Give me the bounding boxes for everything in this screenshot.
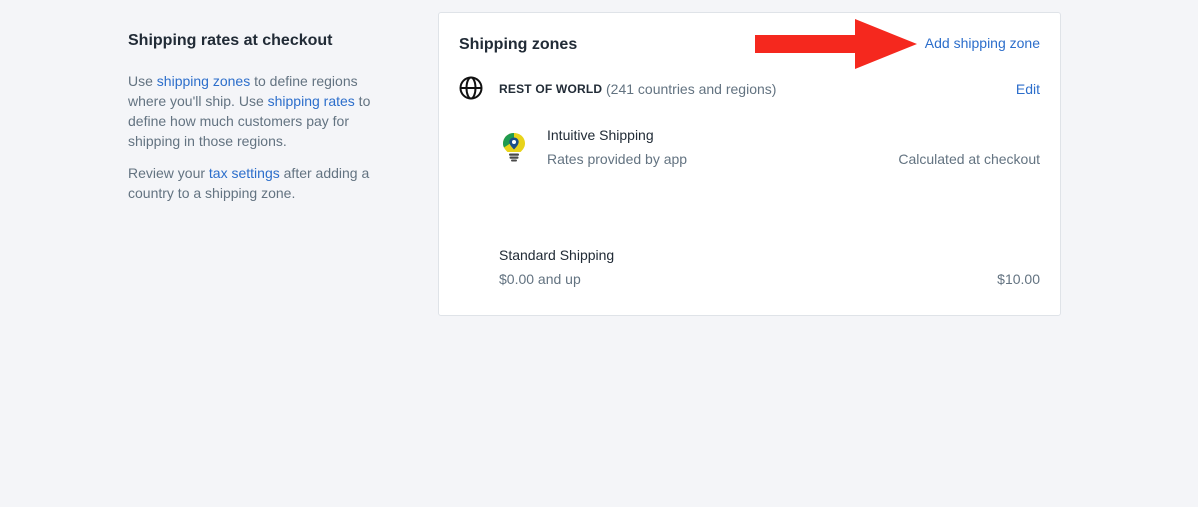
globe-icon bbox=[459, 76, 483, 100]
lightbulb-pin-icon bbox=[503, 133, 525, 162]
rate-price: $10.00 bbox=[997, 271, 1040, 287]
app-name: Intuitive Shipping bbox=[547, 127, 654, 143]
desc-text: Review your bbox=[128, 165, 209, 181]
shipping-zones-link[interactable]: shipping zones bbox=[157, 73, 250, 89]
shipping-rates-link[interactable]: shipping rates bbox=[268, 93, 355, 109]
desc-text: Use bbox=[128, 73, 157, 89]
standard-rate-row: Standard Shipping $0.00 and up $10.00 bbox=[499, 245, 1040, 295]
card-title: Shipping zones bbox=[459, 36, 578, 53]
zone-name: REST OF WORLD bbox=[499, 82, 603, 96]
red-arrow-annotation bbox=[755, 19, 917, 69]
zone-country-count: (241 countries and regions) bbox=[606, 81, 777, 97]
rate-condition: $0.00 and up bbox=[499, 271, 581, 287]
app-subtitle: Rates provided by app bbox=[547, 151, 688, 167]
add-shipping-zone-button[interactable]: Add shipping zone bbox=[925, 35, 1040, 51]
app-rate-row: Intuitive Shipping Rates provided by app… bbox=[499, 125, 1040, 175]
tax-description: Review your tax settings after adding a … bbox=[128, 163, 378, 203]
zones-description: Use shipping zones to define regions whe… bbox=[128, 71, 378, 151]
sidebar-description: Shipping rates at checkout Use shipping … bbox=[128, 30, 378, 215]
tax-settings-link[interactable]: tax settings bbox=[209, 165, 280, 181]
rate-name: Standard Shipping bbox=[499, 247, 615, 263]
zone-row: REST OF WORLD (241 countries and regions… bbox=[459, 76, 1040, 102]
section-title: Shipping rates at checkout bbox=[128, 32, 333, 49]
app-rate-value: Calculated at checkout bbox=[898, 151, 1040, 167]
shipping-zones-card: Shipping zones Add shipping zone REST OF… bbox=[438, 12, 1061, 316]
edit-zone-button[interactable]: Edit bbox=[1016, 81, 1040, 97]
